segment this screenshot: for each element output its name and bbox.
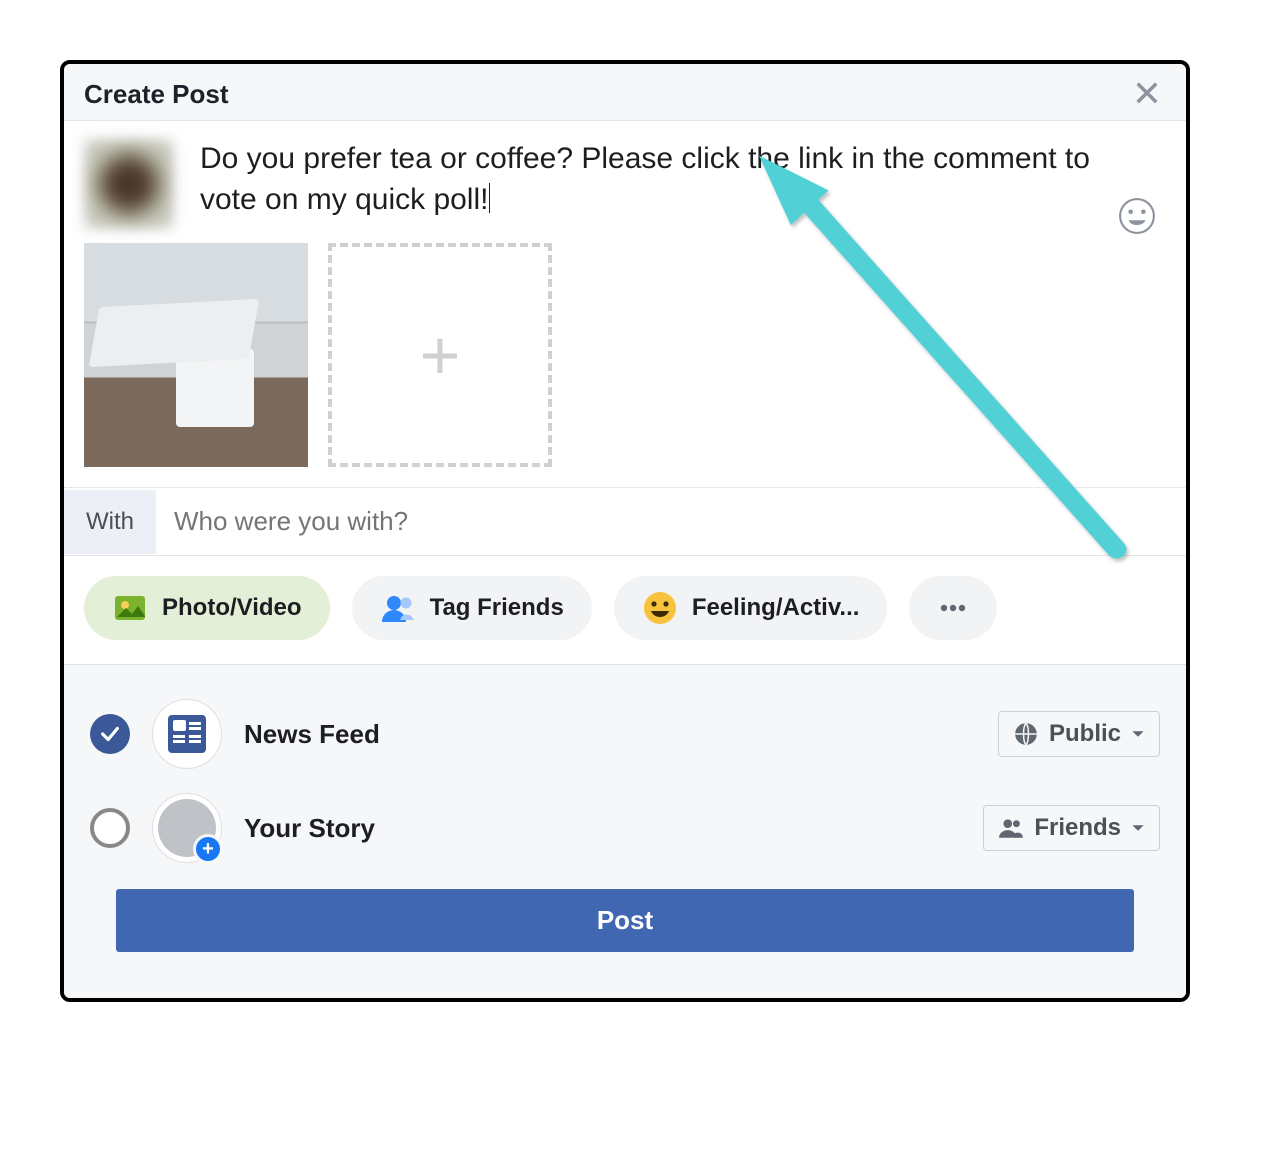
with-label: With bbox=[64, 490, 156, 554]
ellipsis-icon bbox=[935, 590, 971, 626]
tag-with-row: With bbox=[64, 487, 1186, 556]
post-text-value: Do you prefer tea or coffee? Please clic… bbox=[200, 142, 1090, 216]
close-icon[interactable]: ✕ bbox=[1128, 78, 1166, 110]
feeling-activity-button[interactable]: Feeling/Activ... bbox=[614, 576, 888, 640]
your-story-privacy-button[interactable]: Friends bbox=[983, 805, 1160, 851]
news-feed-label: News Feed bbox=[244, 719, 976, 750]
globe-icon bbox=[1013, 721, 1039, 747]
check-icon bbox=[99, 723, 121, 745]
plus-icon: + bbox=[420, 315, 461, 395]
attached-photo-thumbnail[interactable] bbox=[84, 243, 308, 467]
news-feed-privacy-label: Public bbox=[1049, 720, 1121, 748]
plus-badge-icon: + bbox=[193, 834, 223, 864]
add-photo-tile[interactable]: + bbox=[328, 243, 552, 467]
emoji-picker-button[interactable] bbox=[1118, 197, 1156, 235]
destination-news-feed: News Feed Public bbox=[90, 687, 1160, 781]
tag-friends-icon bbox=[380, 590, 416, 626]
attachment-row: + bbox=[64, 235, 1186, 487]
composer-options-row: Photo/Video Tag Friends Feeling/Activ... bbox=[64, 556, 1186, 665]
post-button-label: Post bbox=[597, 905, 653, 935]
news-feed-icon bbox=[152, 699, 222, 769]
dialog-header: Create Post ✕ bbox=[64, 64, 1186, 121]
news-feed-radio[interactable] bbox=[90, 714, 130, 754]
photo-video-button[interactable]: Photo/Video bbox=[84, 576, 330, 640]
caret-down-icon bbox=[1131, 821, 1145, 835]
photo-icon bbox=[112, 590, 148, 626]
your-story-privacy-label: Friends bbox=[1034, 814, 1121, 842]
with-input[interactable] bbox=[156, 488, 1186, 555]
tag-friends-button[interactable]: Tag Friends bbox=[352, 576, 592, 640]
dialog-title: Create Post bbox=[84, 79, 229, 110]
photo-video-label: Photo/Video bbox=[162, 594, 302, 622]
share-destinations: News Feed Public + Your Story Friends bbox=[64, 665, 1186, 998]
your-story-radio[interactable] bbox=[90, 808, 130, 848]
tag-friends-label: Tag Friends bbox=[430, 594, 564, 622]
destination-your-story: + Your Story Friends bbox=[90, 781, 1160, 875]
news-feed-privacy-button[interactable]: Public bbox=[998, 711, 1160, 757]
post-button[interactable]: Post bbox=[116, 889, 1134, 952]
friends-icon bbox=[998, 815, 1024, 841]
your-story-label: Your Story bbox=[244, 813, 961, 844]
avatar bbox=[84, 139, 174, 229]
compose-area: Do you prefer tea or coffee? Please clic… bbox=[64, 121, 1186, 235]
story-avatar-icon: + bbox=[152, 793, 222, 863]
create-post-dialog: Create Post ✕ Do you prefer tea or coffe… bbox=[60, 60, 1190, 1002]
text-cursor bbox=[489, 183, 490, 213]
post-text-input[interactable]: Do you prefer tea or coffee? Please clic… bbox=[200, 139, 1166, 229]
more-options-button[interactable] bbox=[909, 576, 997, 640]
caret-down-icon bbox=[1131, 727, 1145, 741]
feeling-activity-label: Feeling/Activ... bbox=[692, 594, 860, 622]
feeling-icon bbox=[642, 590, 678, 626]
